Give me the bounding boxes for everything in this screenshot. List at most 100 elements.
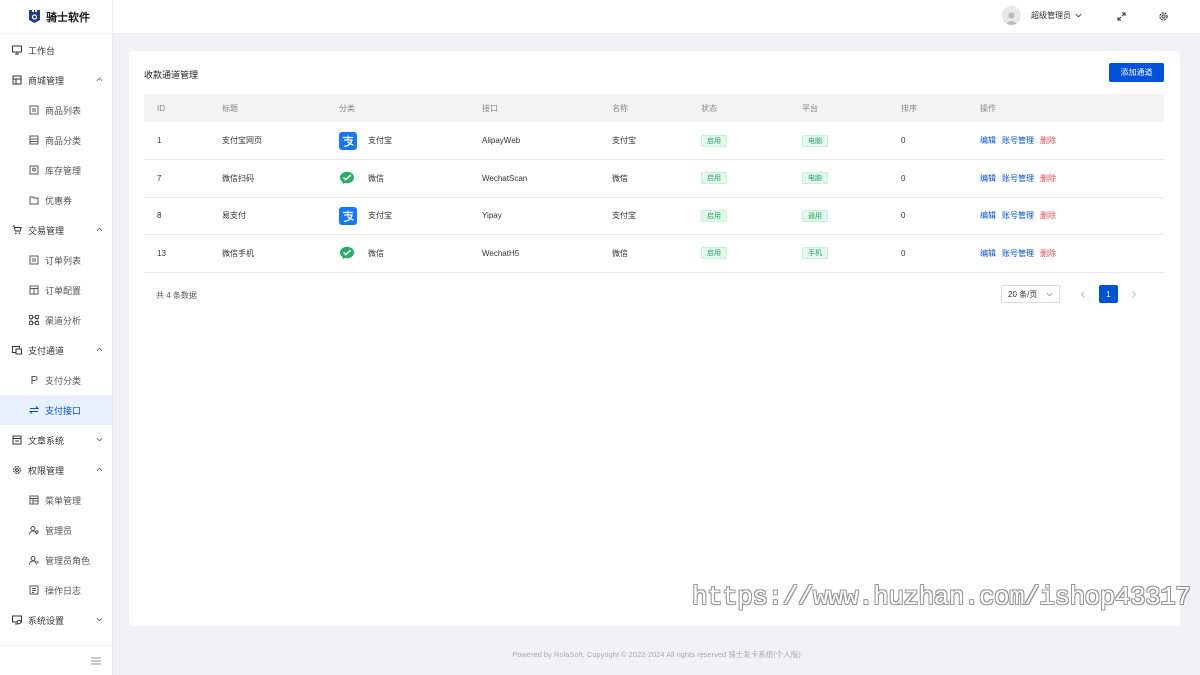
logo-icon — [29, 10, 40, 23]
sidebar-item-5[interactable]: 优惠券 — [0, 185, 112, 215]
sidebar-item-7[interactable]: 订单列表 — [0, 245, 112, 275]
fullscreen-button[interactable] — [1115, 10, 1127, 22]
sidebar-item-2[interactable]: 商品列表 — [0, 95, 112, 125]
wechat-icon — [339, 244, 357, 262]
cell-status: 启用 — [688, 197, 789, 235]
cell-status: 启用 — [688, 159, 789, 198]
alipay-icon — [339, 131, 357, 150]
sidebar-item-8[interactable]: 订单配置 — [0, 275, 112, 305]
sidebar-item-3[interactable]: 商品分类 — [0, 125, 112, 155]
sidebar-item-13[interactable]: 文章系统 — [0, 425, 112, 455]
column-header: 排序 — [888, 94, 967, 122]
sidebar-item-label: 订单配置 — [45, 285, 82, 296]
log-icon — [29, 585, 39, 595]
add-channel-button[interactable]: 添加通道 — [1109, 63, 1164, 82]
table-row: 13 微信手机 微信 WechatH5 微信 启用 手机 0 编辑 账号管理 删除 — [144, 234, 1164, 273]
platform-badge: 电脑 — [802, 134, 828, 147]
category-label: 微信 — [368, 248, 384, 258]
collapse-sidebar-button[interactable] — [0, 645, 113, 675]
chevron-up-icon — [96, 77, 103, 82]
sidebar-item-17[interactable]: 管理员角色 — [0, 545, 112, 575]
sidebar-item-15[interactable]: 菜单管理 — [0, 485, 112, 515]
sidebar-item-9[interactable]: 渠道分析 — [0, 305, 112, 335]
table-body: 1 支付宝网页 支付宝 AlipayWeb 支付宝 启用 电脑 0 编辑 账号管理 删除 7 微信扫码微… — [144, 122, 1164, 273]
chevron-up-icon — [96, 227, 103, 232]
status-badge: 启用 — [701, 134, 727, 147]
settings-icon — [12, 615, 22, 625]
cell-platform: 电脑 — [789, 159, 888, 198]
platform-badge: 手机 — [802, 247, 828, 260]
account-manage-link[interactable]: 账号管理 — [1002, 174, 1034, 183]
cell-actions: 编辑 账号管理 删除 — [967, 197, 1164, 235]
next-page-button[interactable] — [1125, 285, 1143, 303]
cell-id: 13 — [144, 234, 209, 273]
sidebar-item-label: 文章系统 — [28, 435, 65, 446]
category-label: 支付宝 — [368, 211, 392, 221]
app-logo[interactable]: 骑士软件 — [0, 0, 112, 34]
footer: Powered by RolaSoft, Copyright © 2022-20… — [512, 650, 801, 659]
chevron-up-icon — [96, 467, 103, 472]
account-manage-link[interactable]: 账号管理 — [1002, 211, 1034, 220]
sidebar-item-18[interactable]: 操作日志 — [0, 575, 112, 605]
account-manage-link[interactable]: 账号管理 — [1002, 136, 1034, 145]
cell-api: AlipayWeb — [469, 122, 599, 160]
inventory-icon — [29, 165, 39, 175]
user-menu[interactable]: 超级管理员 — [1002, 6, 1082, 25]
settings-button[interactable] — [1157, 10, 1169, 22]
chevron-down-icon — [96, 437, 103, 442]
user-icon — [29, 525, 39, 535]
sidebar-item-label: 菜单管理 — [45, 495, 82, 506]
sidebar-item-0[interactable]: 工作台 — [0, 35, 112, 65]
chevron-down-icon — [1046, 292, 1053, 296]
sidebar-item-4[interactable]: 库存管理 — [0, 155, 112, 185]
sidebar-item-11[interactable]: 支付分类 — [0, 365, 112, 395]
cell-platform: 通用 — [789, 197, 888, 235]
store-icon — [12, 75, 22, 85]
hamburger-icon — [91, 657, 101, 664]
chevron-down-icon — [1075, 13, 1082, 18]
page-size-select[interactable]: 20 条/页 — [1001, 285, 1060, 303]
cell-title: 微信手机 — [209, 234, 326, 273]
cell-id: 8 — [144, 197, 209, 235]
cell-actions: 编辑 账号管理 删除 — [967, 159, 1164, 198]
cell-title: 支付宝网页 — [209, 122, 326, 160]
account-manage-link[interactable]: 账号管理 — [1002, 249, 1034, 258]
list-icon — [29, 255, 39, 265]
sidebar-item-19[interactable]: 系统设置 — [0, 605, 112, 635]
chevron-right-icon — [1132, 290, 1137, 298]
app-name: 骑士软件 — [46, 11, 90, 24]
column-header: ID — [144, 94, 209, 122]
p-icon — [29, 375, 39, 385]
cell-sort: 0 — [888, 197, 967, 235]
column-header: 名称 — [599, 94, 688, 122]
edit-link[interactable]: 编辑 — [980, 211, 996, 220]
delete-link[interactable]: 删除 — [1040, 211, 1056, 220]
delete-link[interactable]: 删除 — [1040, 136, 1056, 145]
sidebar-item-label: 支付接口 — [45, 405, 82, 416]
delete-link[interactable]: 删除 — [1040, 249, 1056, 258]
sidebar-item-1[interactable]: 商城管理 — [0, 65, 112, 95]
sidebar-item-label: 库存管理 — [45, 165, 82, 176]
sidebar-item-16[interactable]: 管理员 — [0, 515, 112, 545]
table-row: 1 支付宝网页 支付宝 AlipayWeb 支付宝 启用 电脑 0 编辑 账号管理 删除 — [144, 122, 1164, 160]
edit-link[interactable]: 编辑 — [980, 249, 996, 258]
delete-link[interactable]: 删除 — [1040, 174, 1056, 183]
cell-platform: 电脑 — [789, 122, 888, 160]
edit-link[interactable]: 编辑 — [980, 174, 996, 183]
edit-link[interactable]: 编辑 — [980, 136, 996, 145]
page-title: 收款通道管理 — [144, 70, 199, 80]
sidebar-item-6[interactable]: 交易管理 — [0, 215, 112, 245]
config-icon — [29, 285, 39, 295]
sidebar-item-14[interactable]: 权限管理 — [0, 455, 112, 485]
prev-page-button[interactable] — [1074, 285, 1092, 303]
cell-api: WechatH5 — [469, 234, 599, 273]
sidebar-item-10[interactable]: 支付通道 — [0, 335, 112, 365]
page-number-current[interactable]: 1 — [1099, 285, 1118, 303]
cell-id: 1 — [144, 122, 209, 160]
chevron-down-icon — [96, 617, 103, 622]
sidebar-item-label: 交易管理 — [28, 225, 65, 236]
sidebar-item-12[interactable]: 支付接口 — [0, 395, 112, 425]
gear-icon — [12, 465, 22, 475]
wechat-icon — [339, 169, 357, 187]
column-header: 分类 — [326, 94, 469, 122]
